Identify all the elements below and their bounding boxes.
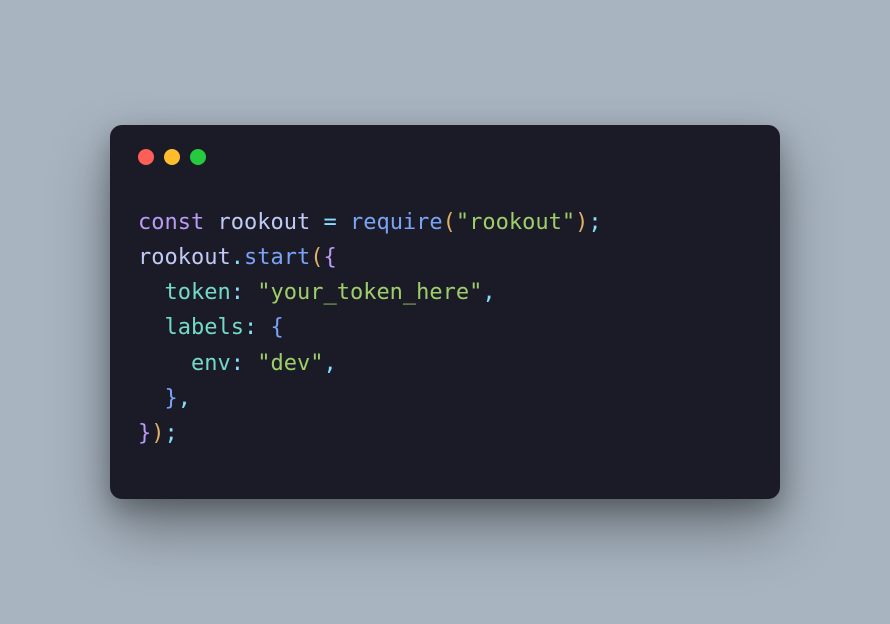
string-token: "your_token_here" <box>257 280 482 305</box>
colon: : <box>231 351 244 376</box>
code-window: const rookout = require("rookout"); rook… <box>110 125 780 499</box>
comma: , <box>323 351 336 376</box>
paren-open: ( <box>310 245 323 270</box>
property-labels: labels <box>165 315 244 340</box>
code-block: const rookout = require("rookout"); rook… <box>138 205 752 451</box>
paren-close: ) <box>151 421 164 446</box>
brace-close: } <box>138 421 151 446</box>
variable-rookout: rookout <box>217 210 310 235</box>
window-titlebar <box>138 149 752 165</box>
property-env: env <box>191 351 231 376</box>
comma: , <box>482 280 495 305</box>
string-env: "dev" <box>257 351 323 376</box>
semicolon: ; <box>165 421 178 446</box>
minimize-icon <box>164 149 180 165</box>
paren-open: ( <box>443 210 456 235</box>
function-require: require <box>350 210 443 235</box>
maximize-icon <box>190 149 206 165</box>
colon: : <box>244 315 257 340</box>
keyword-const: const <box>138 210 204 235</box>
operator-assign: = <box>323 210 336 235</box>
function-start: start <box>244 245 310 270</box>
colon: : <box>231 280 244 305</box>
comma: , <box>178 386 191 411</box>
property-token: token <box>165 280 231 305</box>
semicolon: ; <box>588 210 601 235</box>
close-icon <box>138 149 154 165</box>
paren-close: ) <box>575 210 588 235</box>
dot-operator: . <box>231 245 244 270</box>
brace-open: { <box>270 315 283 340</box>
string-module: "rookout" <box>456 210 575 235</box>
variable-rookout: rookout <box>138 245 231 270</box>
brace-close: } <box>165 386 178 411</box>
brace-open: { <box>323 245 336 270</box>
